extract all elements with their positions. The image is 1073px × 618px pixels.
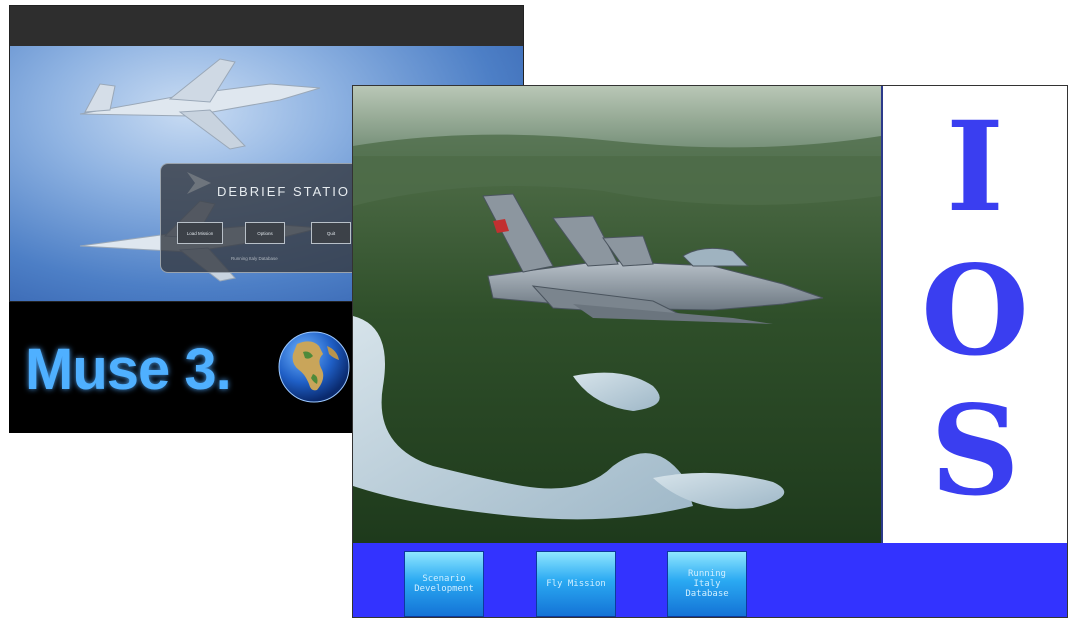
ios-window: I O S Scenario Development Fly Mission R… [352,85,1068,618]
ios-title-panel: I O S [881,86,1067,543]
quit-button[interactable]: Quit [311,222,351,244]
debrief-menu-panel: DEBRIEF STATIO Load Mission Options Quit… [160,163,360,273]
debrief-title: DEBRIEF STATIO [217,184,350,199]
ios-button-bar: Scenario Development Fly Mission Running… [353,543,1067,617]
aircraft-photo [353,86,881,543]
globe-icon [278,331,350,403]
ios-letter-o: O [920,239,1029,384]
debrief-title-bar [10,6,523,46]
options-button[interactable]: Options [245,222,285,244]
fly-mission-button[interactable]: Fly Mission [536,551,616,617]
running-italy-database-button[interactable]: Running Italy Database [667,551,747,617]
scenario-development-button[interactable]: Scenario Development [404,551,484,617]
ios-letter-s: S [930,379,1020,524]
ios-letter-i: I [945,95,1004,240]
jet-illustration-top [79,58,321,150]
chevron-logo-icon [187,172,211,194]
load-mission-button[interactable]: Load Mission [177,222,223,244]
muse-title: Muse 3. [25,337,232,402]
debrief-status-text: Running Italy Database [231,256,278,261]
muse-banner: Muse 3. [9,302,354,433]
